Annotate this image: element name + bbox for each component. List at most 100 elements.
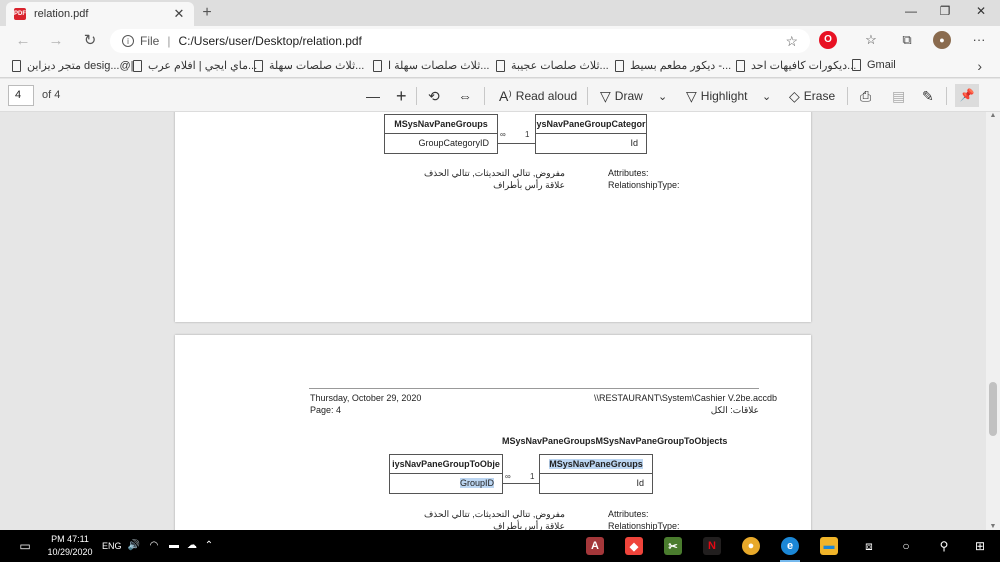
onedrive-icon[interactable]: ☁ [184, 538, 200, 554]
cortana-icon[interactable]: ○ [898, 538, 914, 554]
back-button[interactable]: ← [14, 32, 32, 50]
wifi-icon[interactable]: ◠ [146, 538, 162, 554]
highlight-label: Highlight [700, 89, 748, 103]
zoom-in-button[interactable]: + [396, 86, 407, 106]
profile-avatar[interactable]: ● [933, 31, 951, 49]
bookmark-item[interactable]: ديكور مطعم بسيط -... [615, 59, 731, 72]
bookmark-item[interactable]: ثلاث صلصات سهلة ا... [373, 59, 489, 72]
erase-label: Erase [803, 89, 836, 103]
tab-relation-pdf[interactable]: PDF relation.pdf ✕ [6, 2, 194, 26]
taskbar-app-edge[interactable]: e [778, 534, 802, 562]
language-indicator[interactable]: ENG [102, 541, 122, 551]
scroll-down-arrow-icon[interactable]: ▼ [986, 523, 1000, 530]
table-title: MSysNavPaneGroups [385, 115, 497, 134]
zoom-out-button[interactable]: — [366, 86, 380, 106]
volume-icon[interactable]: 🔊 [126, 538, 142, 554]
pen-icon: ▽ [600, 87, 611, 104]
pdf-viewport[interactable]: MSysNavPaneGroups GroupCategoryID ysNavP… [0, 112, 986, 530]
battery-icon[interactable]: ▬ [166, 538, 182, 554]
attributes-label: Attributes: [608, 168, 649, 178]
clock-date: 10/29/2020 [47, 547, 93, 557]
table-box: MSysNavPaneGroups GroupCategoryID [384, 114, 498, 154]
table-box: MSysNavPaneGroups Id [539, 454, 653, 494]
vertical-scrollbar[interactable]: ▲ ▼ [986, 112, 1000, 530]
bookmark-item[interactable]: ماي ايجي | افلام عرب... [133, 59, 257, 72]
rotate-icon[interactable]: ⟲ [428, 86, 440, 106]
bookmark-label: ديكور مطعم بسيط -... [630, 60, 732, 72]
refresh-button[interactable]: ↻ [81, 32, 99, 50]
scroll-thumb[interactable] [989, 382, 997, 436]
clock[interactable]: PM 47:11 10/29/2020 [40, 533, 100, 559]
url-text[interactable]: C:/Users/user/Desktop/relation.pdf [178, 34, 361, 48]
scroll-up-arrow-icon[interactable]: ▲ [986, 112, 1000, 119]
page-label: Page: 4 [310, 405, 342, 415]
relationship-line [503, 483, 539, 484]
table-box: ysNavPaneGroupCategor Id [535, 114, 647, 154]
collections-icon[interactable]: ⧉ [898, 31, 916, 49]
draw-button[interactable]: ▽ Draw [600, 86, 643, 106]
maximize-button[interactable]: ❐ [935, 4, 955, 18]
taskbar-app-netflix[interactable]: N [700, 534, 724, 558]
settings-more-icon[interactable]: ··· [967, 31, 991, 49]
bookmark-label: Gmail [867, 59, 896, 71]
favorite-star-icon[interactable]: ☆ [785, 33, 798, 50]
chrome-icon: ● [742, 537, 760, 555]
taskbar-app-explorer[interactable]: ▬ [817, 534, 841, 558]
bookmark-item[interactable]: ثلاث صلصات عجيبة... [496, 59, 609, 72]
chevron-up-icon[interactable]: ⌃ [201, 538, 217, 554]
tab-close-icon[interactable]: ✕ [172, 6, 186, 22]
taskbar-app-chrome[interactable]: ● [739, 534, 763, 558]
forward-button[interactable]: → [47, 32, 65, 50]
favorites-icon[interactable]: ☆ [862, 31, 880, 49]
erase-button[interactable]: ◇ Erase [789, 86, 835, 106]
bookmark-item[interactable]: ديكورات كافيهات احد... [736, 59, 856, 72]
draw-dropdown-chevron-icon[interactable]: ⌄ [658, 86, 667, 106]
notification-center-icon[interactable]: ▭ [17, 538, 33, 554]
taskbar-app-anydesk[interactable]: ◆ [622, 534, 646, 558]
highlighted-field[interactable]: GroupID [459, 478, 494, 488]
highlight-dropdown-chevron-icon[interactable]: ⌄ [762, 86, 771, 106]
netflix-icon: N [703, 537, 721, 555]
bookmark-item[interactable]: متجر ديزاين desig...@| [12, 59, 134, 72]
task-view-icon[interactable]: ⧈ [861, 538, 877, 554]
taskbar-app-snip[interactable]: ✂ [661, 534, 685, 558]
header-rule [309, 388, 759, 389]
highlighted-title[interactable]: MSysNavPaneGroups [549, 459, 643, 469]
file-label: File [140, 34, 160, 48]
window-close-button[interactable]: ✕ [971, 4, 991, 18]
search-icon[interactable]: ⚲ [936, 538, 952, 554]
clock-time: PM 47:11 [51, 534, 89, 544]
bookmark-item[interactable]: Gmail [852, 59, 896, 71]
page-number-input[interactable]: 4 [8, 85, 34, 106]
table-title: ysNavPaneGroupCategor [536, 115, 646, 134]
chevron-right-icon[interactable]: › [977, 58, 982, 74]
opera-extension-icon[interactable]: O [819, 31, 837, 49]
highlight-button[interactable]: ▽ Highlight [686, 86, 747, 106]
address-bar[interactable]: i File | C:/Users/user/Desktop/relation.… [110, 29, 810, 53]
bookmark-label: ديكورات كافيهات احد... [751, 60, 857, 72]
fit-page-icon[interactable]: ⇔ [458, 86, 472, 106]
access-icon: A [586, 537, 604, 555]
bookmark-label: ثلاث صلصات سهلة... [269, 60, 365, 72]
many-symbol: ∞ [500, 130, 506, 139]
bookmark-item[interactable]: ثلاث صلصات سهلة... [254, 59, 364, 72]
pdf-icon: PDF [14, 8, 26, 20]
toolbar-divider [416, 87, 417, 105]
print-icon[interactable]: ⎙ [860, 86, 871, 106]
read-aloud-button[interactable]: A⁾ Read aloud [499, 86, 577, 106]
windows-start-icon[interactable]: ⊞ [972, 538, 988, 554]
page-icon [12, 59, 21, 72]
pdf-toolbar: 4 of 4 — + ⟲ ⇔ A⁾ Read aloud ▽ Draw ⌄ ▽ Hig… [0, 79, 1000, 112]
minimize-button[interactable]: — [901, 4, 921, 18]
file-explorer-icon: ▬ [820, 537, 838, 555]
taskbar: ▭ PM 47:11 10/29/2020 ENG 🔊 ◠ ▬ ☁ ⌃ A ◆ … [0, 530, 1000, 562]
save-as-icon[interactable]: ✎ [922, 86, 934, 106]
new-tab-button[interactable]: + [199, 4, 215, 22]
relation-title: MSysNavPaneGroupsMSysNavPaneGroupToObjec… [502, 436, 728, 446]
info-icon[interactable]: i [122, 35, 134, 47]
url-separator: | [167, 34, 171, 48]
pin-toolbar-icon[interactable]: 📌 [955, 84, 979, 107]
taskbar-app-access[interactable]: A [583, 534, 607, 558]
save-icon[interactable]: ▤ [892, 86, 905, 106]
many-symbol: ∞ [505, 472, 511, 481]
